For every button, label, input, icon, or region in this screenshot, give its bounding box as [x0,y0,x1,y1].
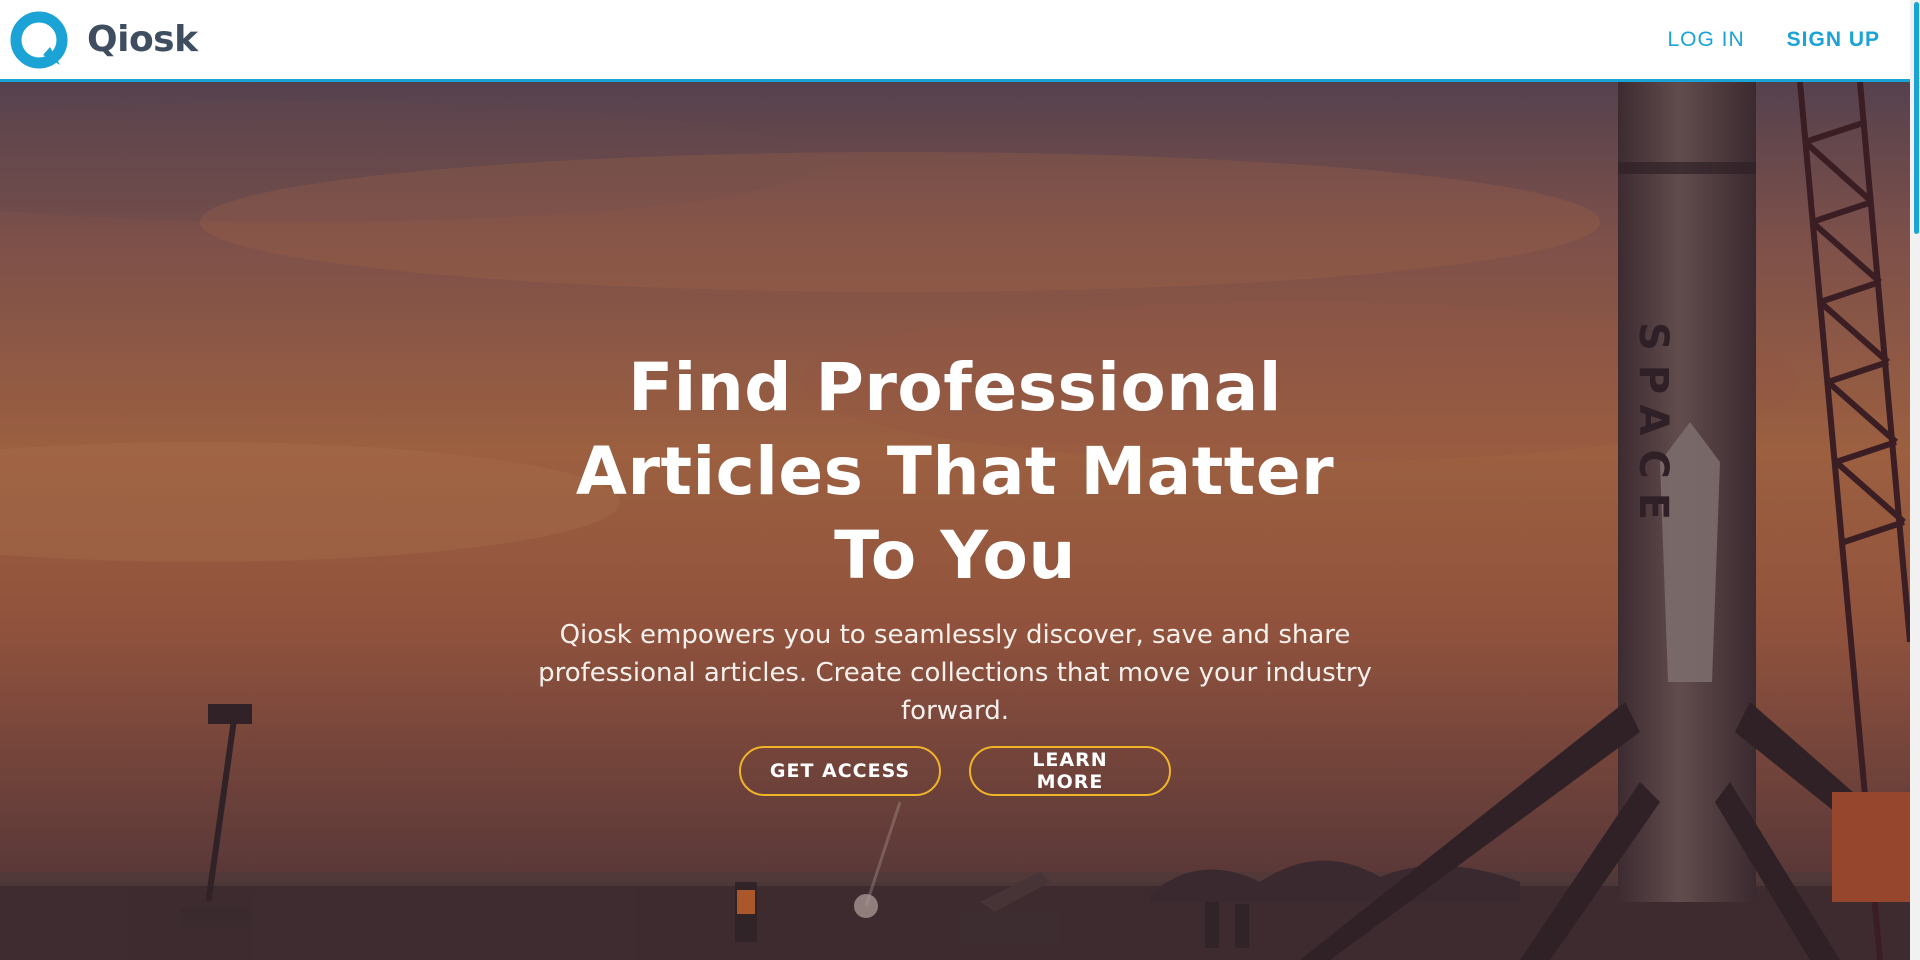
page-scrollbar[interactable] [1910,0,1920,960]
brand-link[interactable]: Qiosk [10,11,198,69]
header-nav: LOG IN SIGN UP [1667,28,1880,52]
hero-cta-row: GET ACCESS LEARN MORE [0,746,1910,796]
signup-link[interactable]: SIGN UP [1787,28,1880,52]
scrollbar-thumb[interactable] [1914,2,1919,234]
hero-section: SPACE Find Professional Articles That Ma… [0,82,1910,960]
q-logo-icon [10,11,68,68]
site-header: Qiosk LOG IN SIGN UP [0,0,1910,82]
brand-name: Qiosk [87,19,198,60]
get-access-button[interactable]: GET ACCESS [739,746,941,796]
hero-subtext: Qiosk empowers you to seamlessly discove… [538,620,1372,726]
hero-headline: Find Professional Articles That Matter T… [575,349,1335,594]
hero-content: Find Professional Articles That Matter T… [0,346,1910,796]
login-link[interactable]: LOG IN [1667,28,1744,52]
learn-more-button[interactable]: LEARN MORE [969,746,1171,796]
